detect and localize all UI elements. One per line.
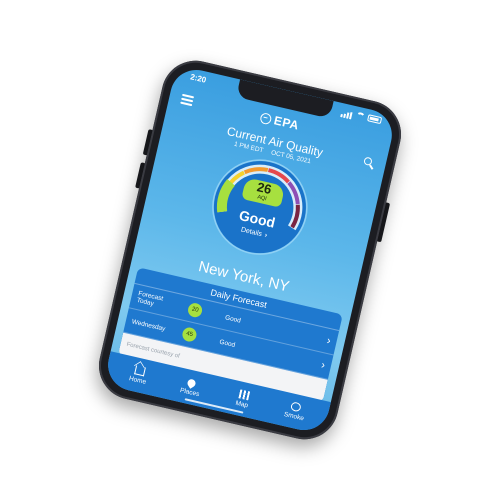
forecast-category: Good — [218, 338, 236, 349]
app-screen: 2:20 EPA Current Air Quality 1 PM EDT OC… — [103, 64, 397, 436]
tab-places[interactable]: Places — [169, 374, 212, 400]
phone-device: 2:20 EPA Current Air Quality 1 PM EDT OC… — [92, 53, 408, 447]
chevron-right-icon: › — [325, 334, 332, 348]
epa-logo: EPA — [259, 110, 301, 133]
smoke-icon — [290, 401, 303, 413]
tab-home[interactable]: Home — [117, 362, 160, 389]
epa-logo-text: EPA — [272, 113, 301, 133]
tab-label: Smoke — [283, 410, 305, 423]
chevron-right-icon: › — [319, 359, 327, 372]
hamburger-icon[interactable] — [180, 93, 195, 107]
aqi-dial[interactable]: 26 AQI Good Details› — [202, 150, 317, 265]
tab-label: Map — [234, 399, 249, 410]
epa-mark-icon — [259, 111, 273, 125]
forecast-aqi-badge: 45 — [181, 326, 198, 343]
tab-label: Home — [128, 375, 147, 386]
forecast-aqi-badge: 20 — [186, 301, 204, 319]
status-icons — [340, 108, 383, 125]
wifi-icon — [355, 111, 366, 121]
status-time: 2:20 — [189, 72, 208, 85]
chevron-right-icon: › — [263, 232, 268, 240]
signal-icon — [340, 108, 354, 120]
tab-smoke[interactable]: Smoke — [274, 398, 317, 425]
home-icon — [133, 365, 146, 377]
forecast-day: Forecast Today — [136, 290, 164, 309]
places-icon — [186, 377, 198, 389]
forecast-category: Good — [224, 314, 242, 325]
map-icon — [238, 389, 250, 401]
battery-icon — [367, 114, 383, 125]
forecast-day: Wednesday — [131, 318, 166, 333]
